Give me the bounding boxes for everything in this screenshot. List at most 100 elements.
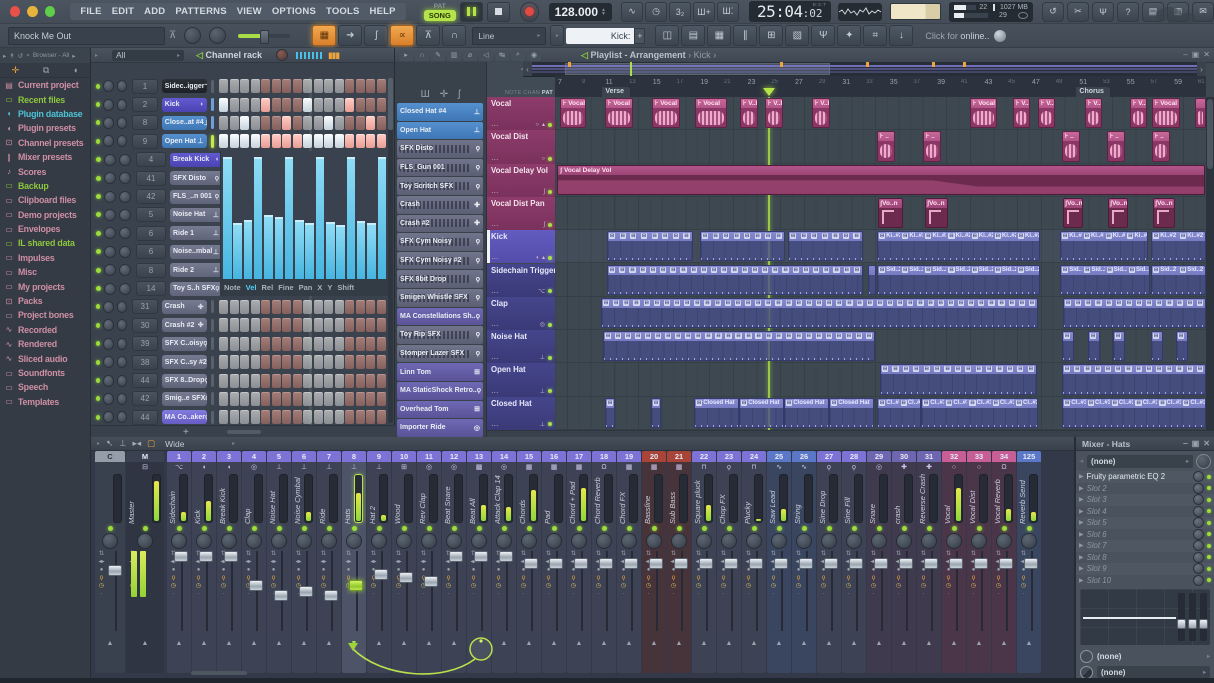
mixer-pan-knob[interactable] [592,532,616,549]
browser-item-scores[interactable]: ♪ Scores [0,164,90,178]
widget-icon[interactable]: ◂▸ [244,558,253,566]
route-up-arrow[interactable]: ▲ [651,640,658,647]
mixer-strip-led[interactable] [892,524,916,532]
mixer-strip-c[interactable]: C ⇅ ◂▸ ● ϙ ◷ · ▲ [95,451,125,673]
channel-pan-knob[interactable] [103,319,114,332]
step-cell[interactable] [334,391,344,406]
channel-volume-knob[interactable] [119,172,131,185]
channel-pan-knob[interactable] [103,392,114,405]
help-icon[interactable]: ? [1116,1,1139,22]
volume-fader-handle[interactable] [949,558,963,569]
browser-item-my-projects[interactable]: ▭ My projects [0,279,90,293]
step-cell[interactable] [261,79,271,94]
mixer-strip-led[interactable] [967,524,991,532]
widget-icon[interactable]: ◂▸ [344,558,353,566]
step-cell[interactable] [366,336,376,351]
picker-item[interactable]: SFX 8bit Drop ϙ [397,270,483,288]
sample-lamp-icon[interactable]: ϙ [519,574,528,582]
volume-fader-handle[interactable] [399,572,413,583]
track-header-closed-hat[interactable]: Closed Hat... ⊥ [487,396,555,430]
mixer-strip-chords[interactable]: 15▦Chords⇅◂▸●ϙ◷·▲ [517,451,541,673]
mixer-strip-led[interactable] [242,524,266,532]
channel-enable-led[interactable] [96,359,101,365]
velocity-bar[interactable] [356,221,366,280]
mixer-pan-knob[interactable] [542,532,566,549]
channel-volume-knob[interactable] [116,374,128,387]
channel-enable-led[interactable] [96,414,101,420]
step-cell[interactable] [250,79,260,94]
clock-icon[interactable]: ◷ [594,582,603,590]
volume-fader-handle[interactable] [799,558,813,569]
channel-volume-knob[interactable] [116,319,128,332]
step-cell[interactable] [219,79,229,94]
sample-lamp-icon[interactable]: ϙ [194,574,203,582]
route-up-arrow[interactable]: ▲ [526,640,533,647]
channel-name-button[interactable]: Noise Hat ⊥ [170,207,222,222]
track-enable-led[interactable] [548,389,552,394]
channel-pan-knob[interactable] [103,98,114,111]
step-cell[interactable] [345,410,355,425]
step-cell[interactable] [271,97,281,112]
mixer-pan-knob[interactable] [242,532,266,549]
channel-volume-knob[interactable] [116,98,128,111]
fx-slot-knob[interactable] [1193,528,1204,540]
sample-lamp-icon[interactable]: ϙ [844,574,853,582]
fx-slot-knob[interactable] [1193,482,1204,494]
picker-item[interactable]: Importer Ride ◎ [397,419,483,437]
step-cell[interactable] [229,97,239,112]
step-cell[interactable] [229,299,239,314]
clock-icon[interactable]: ◷ [319,582,328,590]
volume-fader-handle[interactable] [449,551,463,562]
cut-tool-icon[interactable]: ✂ [1066,1,1089,22]
widget-icon[interactable]: ● [469,566,478,574]
step-cell[interactable] [261,97,271,112]
channel-pan-knob[interactable] [104,153,116,166]
route-up-arrow[interactable]: ▲ [326,640,333,647]
picker-item[interactable]: Open Hat ⊥ [397,121,483,140]
pattern-clip[interactable]: ⊟ [651,397,661,428]
routing-arrows[interactable]: ▲ [692,635,716,651]
channel-name-button[interactable]: SFX Disto ϙ [170,171,222,186]
corner-tab-pat[interactable]: PAT [542,90,553,96]
audio-clip[interactable]: ⊦ V..l [740,98,758,129]
fx-slot-knob[interactable] [1193,494,1204,506]
browser-toggle-button[interactable]: ⊞ [759,25,784,46]
add-channel-button[interactable]: + [634,27,646,44]
playlist-vertical-scrollbar[interactable] [1206,97,1214,430]
channel-volume-knob[interactable] [119,264,131,277]
mixer-strip-led[interactable] [742,524,766,532]
step-cell[interactable] [334,355,344,370]
mixer-strip-number[interactable]: 32 [942,451,966,462]
rack-swing-knob[interactable] [275,49,288,61]
channel-number-button[interactable]: 2 [132,97,158,113]
playback-icon[interactable]: ◉ [527,49,541,61]
widget-icon[interactable]: ◂▸ [319,558,328,566]
mixer-strip-led[interactable] [692,524,716,532]
route-up-arrow[interactable]: ▲ [376,640,383,647]
mixer-pan-knob[interactable] [317,532,341,549]
widget-icon[interactable]: ● [219,566,228,574]
step-cell[interactable] [240,299,250,314]
clock-icon[interactable]: ◷ [969,582,978,590]
mixer-pan-knob[interactable] [267,532,291,549]
channel-enable-led[interactable] [96,249,101,255]
fx-slot-8[interactable]: ▶ Slot 8 [1076,551,1214,564]
clock-icon[interactable]: ◷ [569,582,578,590]
playlist-minimap[interactable]: ‹ › [523,62,1206,77]
step-cell[interactable] [345,373,355,388]
mixer-strip-sine-fill[interactable]: 28ϙSine Fill⇅◂▸●ϙ◷·▲ [842,451,866,673]
step-cell[interactable] [250,355,260,370]
channel-enable-led[interactable] [96,230,101,236]
pattern-clip[interactable] [868,264,876,295]
step-cell[interactable] [240,336,250,351]
channel-volume-knob[interactable] [116,356,128,369]
volume-fader-handle[interactable] [674,558,688,569]
step-cell[interactable] [334,410,344,425]
widget-icon[interactable]: ◂▸ [394,558,403,566]
track-header-clap[interactable]: Clap... ◎ [487,296,555,331]
track-header-noise-hat[interactable]: Noise Hat... ⊥ [487,330,555,364]
channel-number-button[interactable]: 30 [132,317,158,333]
mixer-strip-led[interactable] [842,524,866,532]
route-up-arrow[interactable]: ▲ [776,640,783,647]
automation-clip[interactable]: ʃVo..n [925,197,948,229]
